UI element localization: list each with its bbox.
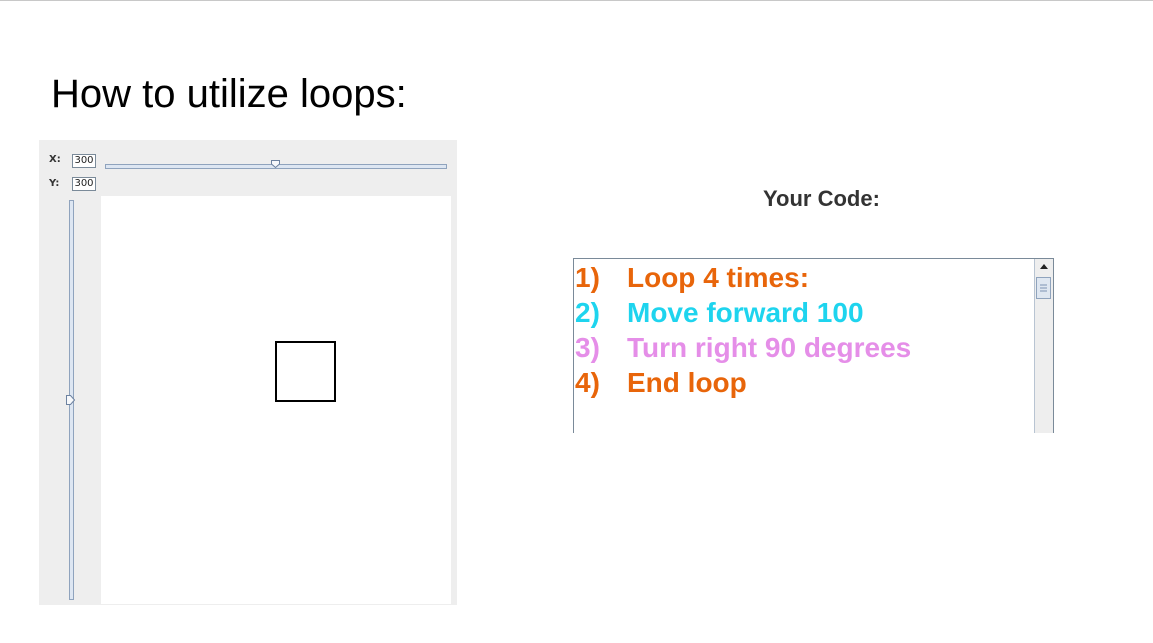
code-line-1: 1) Loop 4 times:	[575, 260, 809, 295]
scroll-thumb[interactable]	[1036, 277, 1051, 299]
y-value-field[interactable]: 300	[72, 177, 96, 191]
code-text: Turn right 90 degrees	[627, 332, 912, 363]
code-scrollbar[interactable]	[1034, 259, 1053, 433]
code-text: End loop	[627, 367, 747, 398]
line-number: 1)	[575, 262, 600, 293]
y-slider-thumb[interactable]	[66, 395, 75, 405]
x-value-field[interactable]: 300	[72, 154, 96, 168]
code-text: Loop 4 times:	[627, 262, 810, 293]
line-number: 4)	[575, 367, 600, 398]
drawn-square	[275, 341, 336, 402]
code-heading: Your Code:	[763, 186, 880, 211]
scroll-up-arrow-icon[interactable]	[1035, 259, 1053, 275]
x-label: X:	[49, 154, 61, 165]
slide-title: How to utilize loops:	[51, 72, 407, 116]
code-line-4: 4) End loop	[575, 365, 747, 400]
line-number: 2)	[575, 297, 600, 328]
top-divider	[0, 0, 1153, 1]
code-list: 1) Loop 4 times: 2) Move forward 100 3) Tur…	[573, 258, 1054, 433]
y-label: Y:	[49, 178, 60, 189]
grip-icon	[1040, 284, 1047, 292]
line-number: 3)	[575, 332, 600, 363]
code-text: Move forward 100	[627, 297, 864, 328]
turtle-panel: X: 300 Y: 300	[39, 140, 457, 605]
code-line-2: 2) Move forward 100	[575, 295, 864, 330]
drawing-canvas	[101, 196, 451, 604]
x-slider-thumb[interactable]	[271, 160, 280, 168]
code-line-3: 3) Turn right 90 degrees	[575, 330, 911, 365]
